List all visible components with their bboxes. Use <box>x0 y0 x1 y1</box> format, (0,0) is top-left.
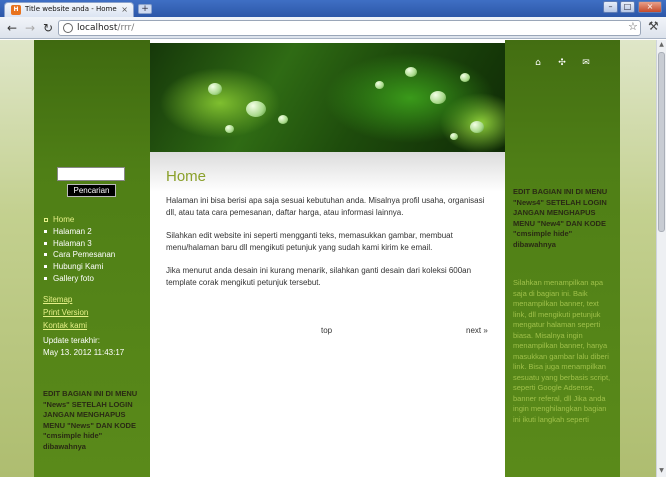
header-banner-image <box>150 43 505 152</box>
reload-button[interactable]: ↻ <box>40 20 56 36</box>
water-drop <box>430 91 446 104</box>
water-drop <box>470 121 484 133</box>
scrollbar-thumb[interactable] <box>658 52 665 232</box>
globe-icon <box>63 23 73 33</box>
scroll-up-icon[interactable]: ▲ <box>657 41 666 50</box>
maximize-button[interactable]: □ <box>620 1 635 13</box>
water-drop <box>460 73 470 82</box>
forward-button[interactable]: → <box>22 20 38 36</box>
left-sidebar: Pencarian Home Halaman 2 Halaman 3 Cara … <box>34 40 150 477</box>
url-host: localhost <box>77 23 118 33</box>
water-drop <box>278 115 288 124</box>
water-drop <box>405 67 417 77</box>
top-icon-bar: ⌂ ✣ ✉ <box>533 58 603 68</box>
news4-body: Silahkan menampilkan apa saja di bagian … <box>513 278 611 424</box>
nav-item-hubungi-kami[interactable]: Hubungi Kami <box>43 261 115 273</box>
sitemap-icon[interactable]: ✣ <box>557 58 567 68</box>
mail-icon[interactable]: ✉ <box>581 58 591 68</box>
main-content: Home Halaman ini bisa berisi apa saja se… <box>150 152 505 477</box>
water-drop <box>246 101 266 117</box>
back-button[interactable]: ← <box>4 20 20 36</box>
sitemap-link[interactable]: Sitemap <box>43 295 72 304</box>
water-drop <box>225 125 234 133</box>
page-viewport: Pencarian Home Halaman 2 Halaman 3 Cara … <box>0 40 656 477</box>
tab-title: Title website anda - Home <box>25 5 117 13</box>
favicon-icon: H <box>11 5 21 15</box>
address-bar[interactable]: localhost/rrr/ <box>58 20 641 36</box>
nav-item-home[interactable]: Home <box>43 214 115 226</box>
search-button[interactable]: Pencarian <box>67 184 116 197</box>
window-titlebar: H Title website anda - Home × + – □ × <box>0 0 666 17</box>
water-drop <box>375 81 384 89</box>
bookmark-star-icon[interactable]: ☆ <box>628 20 638 33</box>
nav-item-halaman-3[interactable]: Halaman 3 <box>43 238 115 250</box>
minimize-button[interactable]: – <box>603 1 618 13</box>
search-input[interactable] <box>57 167 125 181</box>
main-nav: Home Halaman 2 Halaman 3 Cara Pemesanan … <box>43 214 115 285</box>
content-paragraph: Jika menurut anda desain ini kurang mena… <box>166 266 472 287</box>
content-paragraph: Silahkan edit website ini seperti mengga… <box>166 231 453 252</box>
page-title: Home <box>166 168 207 185</box>
wrench-menu-icon[interactable]: ⚒ <box>648 19 659 33</box>
water-drop <box>450 133 458 140</box>
page-background-right <box>620 40 656 477</box>
url-path: /rrr/ <box>117 23 135 33</box>
home-icon[interactable]: ⌂ <box>533 58 543 68</box>
nav-item-cara-pemesanan[interactable]: Cara Pemesanan <box>43 249 115 261</box>
scroll-down-icon[interactable]: ▼ <box>657 467 666 476</box>
last-update-label: Update terakhir: <box>43 336 100 345</box>
tab-close-icon[interactable]: × <box>121 3 128 16</box>
url-text: localhost/rrr/ <box>77 21 134 36</box>
news-note: EDIT BAGIAN INI DI MENU "News" SETELAH L… <box>43 389 138 451</box>
kontak-kami-link[interactable]: Kontak kami <box>43 321 87 330</box>
nav-item-halaman-2[interactable]: Halaman 2 <box>43 226 115 238</box>
browser-toolbar: ← → ↻ localhost/rrr/ ☆ ⚒ <box>0 17 666 39</box>
water-drop <box>208 83 222 95</box>
content-paragraph: Halaman ini bisa berisi apa saja sesuai … <box>166 196 485 217</box>
print-version-link[interactable]: Print Version <box>43 308 88 317</box>
nav-item-gallery-foto[interactable]: Gallery foto <box>43 273 115 285</box>
new-tab-button[interactable]: + <box>138 4 152 14</box>
page-background-left <box>0 40 34 477</box>
next-link[interactable]: next » <box>466 326 488 335</box>
news4-note: EDIT BAGIAN INI DI MENU "News4" SETELAH … <box>513 187 608 249</box>
close-window-button[interactable]: × <box>638 1 662 13</box>
last-update-date: May 13. 2012 11:43:17 <box>43 348 125 357</box>
top-link[interactable]: top <box>321 326 332 335</box>
vertical-scrollbar[interactable]: ▲ ▼ <box>656 40 666 477</box>
right-sidebar: ⌂ ✣ ✉ EDIT BAGIAN INI DI MENU "News4" SE… <box>505 40 620 477</box>
browser-tab[interactable]: H Title website anda - Home × <box>4 2 134 17</box>
